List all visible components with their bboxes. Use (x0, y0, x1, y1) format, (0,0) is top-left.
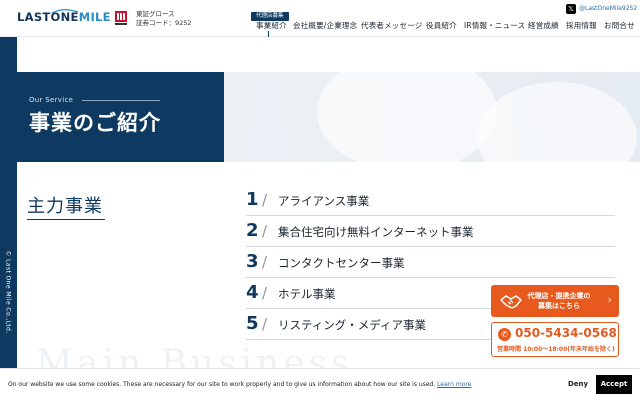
service-label: コンタクトセンター事業 (278, 256, 405, 270)
nav-item-officers[interactable]: 役員紹介 (426, 20, 457, 31)
service-label: 集合住宅向け無料インターネット事業 (278, 225, 474, 239)
slash-divider: / (262, 253, 268, 271)
phone-icon: ✆ (498, 328, 511, 341)
cookie-text: On our website we use some cookies. Thes… (8, 381, 436, 388)
accept-button[interactable]: Accept (596, 375, 632, 394)
nav-item-contact[interactable]: お問合せ (604, 20, 635, 31)
agency-recruit-line1: 代理店・提携企業の (527, 292, 591, 300)
company-logo[interactable]: LASTONEMILE (17, 11, 111, 24)
nav-item-careers[interactable]: 採用情報 (566, 20, 597, 31)
service-label: リスティング・メディア事業 (278, 318, 427, 332)
learn-more-link[interactable]: Learn more (437, 381, 471, 388)
slash-divider: / (262, 191, 268, 209)
nav-item-results[interactable]: 経営成績 (528, 20, 559, 31)
hero-eyebrow-line (82, 100, 160, 101)
service-label: アライアンス事業 (278, 194, 370, 208)
phone-number: 050-5434-0568 (515, 326, 617, 340)
business-hours: 営業時間 10:00～18:00(年末年始を除く) (497, 346, 615, 353)
service-item[interactable]: 1 / アライアンス事業 (246, 185, 615, 216)
cookie-message: On our website we use some cookies. Thes… (8, 381, 471, 388)
service-label: ホテル事業 (278, 287, 336, 301)
side-strip: © Last One Mile Co.,Ltd. (0, 37, 17, 400)
hero-blur-shape (317, 72, 497, 162)
service-number: 2 (246, 220, 259, 241)
x-logo-icon[interactable]: 𝕏 (566, 4, 576, 14)
deny-button[interactable]: Deny (568, 380, 588, 388)
page-title: 事業のご紹介 (29, 111, 161, 135)
listing-market: 東証グロース (136, 10, 175, 18)
service-number: 4 (246, 282, 259, 303)
section-title: 主力事業 (27, 196, 103, 217)
listing-info: 東証グロース 証券コード：9252 (136, 10, 192, 28)
copyright-vertical: © Last One Mile Co.,Ltd. (4, 250, 12, 334)
handshake-icon (500, 295, 522, 309)
logo-text-main: LASTONE (17, 10, 79, 24)
slash-divider: / (262, 284, 268, 302)
service-number: 1 (246, 189, 259, 210)
x-handle-link[interactable]: @LastOneMile9252 (579, 5, 637, 12)
service-item[interactable]: 2 / 集合住宅向け無料インターネット事業 (246, 216, 615, 247)
agency-recruit-text: 代理店・提携企業の 募集はこちら (521, 291, 597, 311)
service-number: 5 (246, 313, 259, 334)
hero-eyebrow: Our Service (29, 96, 74, 104)
chevron-right-icon: › (607, 293, 612, 306)
cookie-banner: On our website we use some cookies. Thes… (0, 368, 640, 400)
agency-recruit-line2: 募集はこちら (538, 302, 580, 310)
nav-item-ir[interactable]: IR情報・ニュース (464, 20, 525, 31)
logo-text-sub: MILE (78, 10, 111, 24)
nav-item-company[interactable]: 会社概要/企業理念 (293, 20, 357, 31)
site-header: LASTONEMILE 東証グロース 証券コード：9252 代理店募集 事業紹介… (0, 0, 640, 37)
slash-divider: / (262, 222, 268, 240)
phone-contact-box[interactable]: ✆ 050-5434-0568 営業時間 10:00～18:00(年末年始を除く… (491, 322, 619, 357)
service-item[interactable]: 3 / コンタクトセンター事業 (246, 247, 615, 278)
section-title-underline (27, 219, 105, 220)
agency-recruit-button[interactable]: 代理店・提携企業の 募集はこちら › (491, 285, 619, 317)
hero-blur-shape (477, 82, 637, 162)
nav-item-message[interactable]: 代表者メッセージ (361, 20, 422, 31)
listing-mark-icon (115, 11, 127, 25)
nav-active-indicator (268, 31, 269, 37)
service-number: 3 (246, 251, 259, 272)
listing-code: 証券コード：9252 (136, 19, 192, 27)
slash-divider: / (262, 315, 268, 333)
nav-item-business[interactable]: 事業紹介 (256, 20, 287, 31)
